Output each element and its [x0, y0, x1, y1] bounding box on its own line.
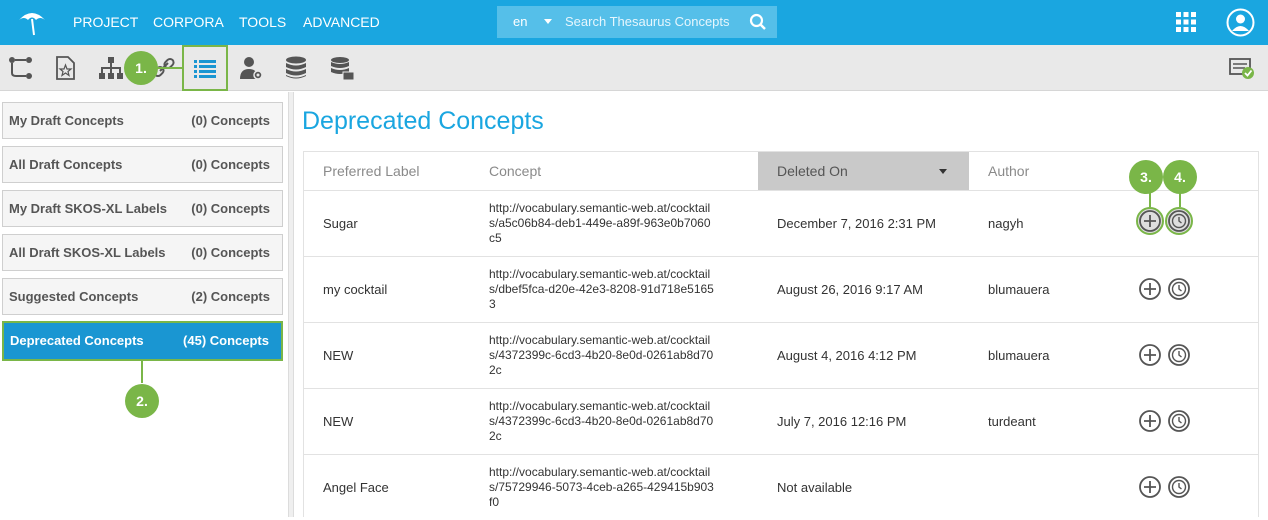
hierarchy-tree-icon[interactable]: [7, 54, 35, 82]
callout-connector: [141, 361, 143, 383]
cell-concept-uri: http://vocabulary.semantic-web.at/cockta…: [489, 465, 714, 509]
cell-preferred-label: NEW: [323, 414, 354, 429]
table-row[interactable]: Angel Face http://vocabulary.semantic-we…: [304, 454, 1258, 520]
language-select[interactable]: en: [513, 14, 527, 29]
nav-project[interactable]: PROJECT: [73, 14, 138, 30]
apps-grid-icon[interactable]: [1176, 12, 1196, 32]
restore-add-icon[interactable]: [1138, 343, 1162, 367]
search-icon[interactable]: [749, 13, 767, 31]
cell-preferred-label: my cocktail: [323, 282, 388, 297]
sidebar-item-label: My Draft SKOS-XL Labels: [9, 201, 167, 216]
sidebar-item-my-draft-skosxl-labels[interactable]: My Draft SKOS-XL Labels (0) Concepts: [2, 190, 283, 227]
cell-preferred-label: NEW: [323, 348, 354, 363]
sidebar-item-count: (0) Concepts: [191, 245, 270, 260]
nav-tools[interactable]: TOOLS: [239, 14, 286, 30]
history-clock-icon[interactable]: [1167, 277, 1191, 301]
validation-icon[interactable]: [1228, 54, 1256, 82]
sidebar-item-label: Deprecated Concepts: [10, 333, 144, 348]
table-row[interactable]: NEW http://vocabulary.semantic-web.at/co…: [304, 322, 1258, 388]
callout-4-badge: 4.: [1163, 160, 1197, 194]
table-row[interactable]: my cocktail http://vocabulary.semantic-w…: [304, 256, 1258, 322]
cell-preferred-label: Sugar: [323, 216, 358, 231]
cell-preferred-label: Angel Face: [323, 480, 389, 495]
sidebar-item-all-draft-skosxl-labels[interactable]: All Draft SKOS-XL Labels (0) Concepts: [2, 234, 283, 271]
cell-deleted-on: December 7, 2016 2:31 PM: [777, 216, 936, 231]
sidebar-item-label: All Draft Concepts: [9, 157, 123, 172]
sidebar-item-count: (0) Concepts: [191, 113, 270, 128]
cell-author: nagyh: [988, 216, 1024, 231]
restore-add-icon[interactable]: [1138, 475, 1162, 499]
user-avatar-icon[interactable]: [1226, 8, 1255, 37]
column-header-preferred-label[interactable]: Preferred Label: [304, 152, 470, 190]
callout-3-badge: 3.: [1129, 160, 1163, 194]
sidebar-item-count: (0) Concepts: [191, 201, 270, 216]
search-input[interactable]: Search Thesaurus Concepts: [565, 14, 730, 29]
history-clock-icon[interactable]: [1167, 475, 1191, 499]
cell-deleted-on: Not available: [777, 480, 853, 495]
cell-author: blumauera: [988, 348, 1050, 363]
history-clock-icon[interactable]: [1165, 207, 1193, 235]
nav-corpora[interactable]: CORPORA: [153, 14, 224, 30]
sidebar-item-suggested-concepts[interactable]: Suggested Concepts (2) Concepts: [2, 278, 283, 315]
cell-concept-uri: http://vocabulary.semantic-web.at/cockta…: [489, 201, 711, 245]
cell-concept-uri: http://vocabulary.semantic-web.at/cockta…: [489, 399, 714, 443]
list-tool-button[interactable]: [182, 45, 228, 91]
restore-add-icon[interactable]: [1138, 277, 1162, 301]
pane-resize-handle[interactable]: [288, 92, 294, 517]
sidebar-item-my-draft-concepts[interactable]: My Draft Concepts (0) Concepts: [2, 102, 283, 139]
sidebar-item-label: All Draft SKOS-XL Labels: [9, 245, 166, 260]
history-clock-icon[interactable]: [1167, 343, 1191, 367]
history-clock-icon[interactable]: [1167, 409, 1191, 433]
restore-add-icon[interactable]: [1138, 409, 1162, 433]
sidebar-item-count: (45) Concepts: [183, 333, 269, 348]
starred-document-icon[interactable]: [51, 54, 79, 82]
cell-deleted-on: August 26, 2016 9:17 AM: [777, 282, 923, 297]
search-bar: en Search Thesaurus Concepts: [497, 6, 777, 38]
sidebar-item-label: Suggested Concepts: [9, 289, 139, 304]
sidebar-item-count: (0) Concepts: [191, 157, 270, 172]
tool-bar: [0, 45, 1268, 91]
sidebar-item-label: My Draft Concepts: [9, 113, 124, 128]
column-header-author[interactable]: Author: [969, 152, 1109, 190]
column-header-concept[interactable]: Concept: [470, 152, 758, 190]
nav-advanced[interactable]: ADVANCED: [303, 14, 380, 30]
database-icon[interactable]: [282, 54, 310, 82]
sidebar: My Draft Concepts (0) Concepts All Draft…: [0, 92, 288, 517]
chevron-down-icon[interactable]: [544, 19, 552, 24]
database-server-icon[interactable]: [328, 54, 356, 82]
restore-add-icon[interactable]: [1136, 207, 1164, 235]
cell-author: turdeant: [988, 414, 1036, 429]
sort-caret-down-icon: [939, 169, 947, 174]
cell-author: blumauera: [988, 282, 1050, 297]
callout-1-badge: 1.: [124, 51, 158, 85]
sidebar-item-deprecated-concepts[interactable]: Deprecated Concepts (45) Concepts: [2, 321, 283, 361]
list-icon: [191, 54, 219, 82]
cell-concept-uri: http://vocabulary.semantic-web.at/cockta…: [489, 333, 714, 377]
top-navigation-bar: PROJECT CORPORA TOOLS ADVANCED en Search…: [0, 0, 1268, 45]
umbrella-logo-icon[interactable]: [16, 8, 48, 38]
column-header-label: Deleted On: [777, 163, 848, 179]
table-row[interactable]: NEW http://vocabulary.semantic-web.at/co…: [304, 388, 1258, 454]
user-settings-icon[interactable]: [237, 54, 265, 82]
org-chart-icon[interactable]: [97, 54, 125, 82]
cell-deleted-on: August 4, 2016 4:12 PM: [777, 348, 917, 363]
column-header-deleted-on[interactable]: Deleted On: [758, 152, 969, 190]
sidebar-item-all-draft-concepts[interactable]: All Draft Concepts (0) Concepts: [2, 146, 283, 183]
deprecated-concepts-table: Preferred Label Concept Deleted On Autho…: [303, 151, 1259, 517]
cell-concept-uri: http://vocabulary.semantic-web.at/cockta…: [489, 267, 714, 311]
cell-deleted-on: July 7, 2016 12:16 PM: [777, 414, 907, 429]
page-title: Deprecated Concepts: [302, 107, 544, 135]
table-row[interactable]: Sugar http://vocabulary.semantic-web.at/…: [304, 190, 1258, 256]
sidebar-item-count: (2) Concepts: [191, 289, 270, 304]
callout-2-badge: 2.: [125, 384, 159, 418]
